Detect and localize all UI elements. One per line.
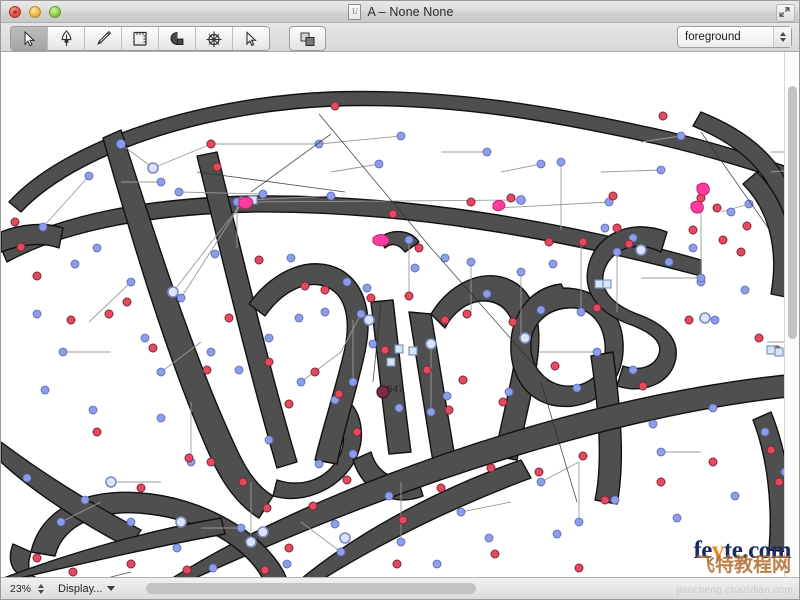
- window-title-group: U A – None None: [1, 1, 799, 23]
- ruler-icon: [133, 31, 147, 46]
- crosshair-circle-icon: [206, 31, 222, 47]
- layer-select[interactable]: foreground: [677, 26, 792, 48]
- chevron-down-icon: [107, 586, 116, 591]
- chevron-down-icon: [779, 38, 786, 42]
- zoom-level: 23%: [10, 582, 32, 595]
- arrange-objects-button[interactable]: [289, 26, 326, 51]
- transform-tool[interactable]: [196, 27, 233, 50]
- pen-tool[interactable]: [48, 27, 85, 50]
- window-controls: [9, 6, 61, 18]
- zoom-button[interactable]: [49, 6, 61, 18]
- layers-stack-icon: [300, 32, 315, 46]
- application-window: U A – None None foreground 547 fevte.com…: [0, 0, 800, 600]
- display-menu-button[interactable]: Display...: [58, 582, 116, 595]
- watermark-footer-url: jiaocheng.chazidian.com: [676, 585, 793, 596]
- shape-blob-icon: [169, 31, 183, 45]
- window-title: A – None None: [367, 5, 454, 19]
- tool-group: [10, 26, 270, 51]
- pen-nib-icon: [61, 29, 71, 46]
- coordinate-readout: 547: [387, 384, 404, 395]
- layer-select-stepper[interactable]: [773, 27, 791, 47]
- direct-selection-tool[interactable]: [233, 27, 269, 50]
- selection-tool[interactable]: [11, 27, 48, 50]
- chevron-up-icon: [38, 583, 45, 588]
- chevron-down-icon: [38, 589, 45, 594]
- vector-artwork: [1, 90, 798, 579]
- toolbar: foreground: [1, 23, 799, 52]
- arrow-cursor-icon: [24, 30, 35, 46]
- drawing-canvas[interactable]: 547: [1, 52, 799, 579]
- fullscreen-icon[interactable]: [776, 4, 795, 22]
- chevron-up-icon: [779, 32, 786, 36]
- zoom-stepper[interactable]: [38, 583, 45, 594]
- document-icon: U: [348, 4, 362, 20]
- display-menu-label: Display...: [58, 582, 103, 595]
- horizontal-scrollbar-thumb[interactable]: [146, 583, 476, 594]
- vertical-scrollbar[interactable]: [784, 52, 799, 579]
- close-button[interactable]: [9, 6, 21, 18]
- vertical-scrollbar-thumb[interactable]: [788, 86, 797, 339]
- layer-select-value: foreground: [685, 31, 741, 43]
- shape-tool[interactable]: [159, 27, 196, 50]
- pencil-icon: [96, 30, 111, 45]
- minimize-button[interactable]: [29, 6, 41, 18]
- measure-tool[interactable]: [122, 27, 159, 50]
- title-bar: U A – None None: [1, 1, 799, 23]
- pencil-tool[interactable]: [85, 27, 122, 50]
- arrow-pointer-icon: [246, 30, 257, 46]
